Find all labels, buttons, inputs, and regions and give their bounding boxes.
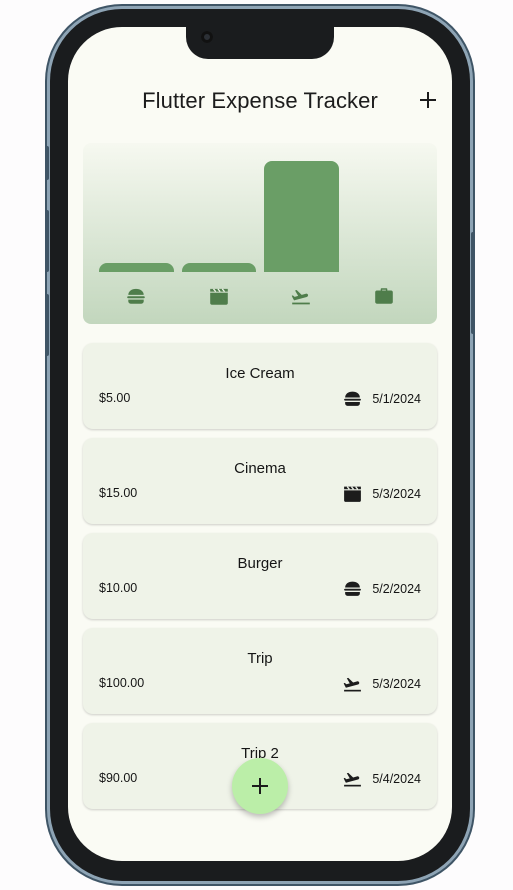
burger-icon [127,288,146,304]
chart-bar-column-leisure [181,161,256,272]
power-button [471,232,475,334]
burger-icon [344,391,362,406]
chart-category-icons [83,283,437,309]
burger-icon [344,581,362,596]
chart-icon-slot-travel [260,283,343,309]
flight-takeoff-icon [344,772,362,787]
chart-bars [83,161,437,272]
expense-meta: 5/4/2024 [342,768,421,789]
chart-icon-slot-food [95,283,178,309]
expense-date: 5/3/2024 [372,676,421,691]
expense-amount: $100.00 [99,676,145,690]
expense-date: 5/2/2024 [372,581,421,596]
flight-takeoff-icon [344,677,362,692]
expense-date: 5/4/2024 [372,771,421,786]
add-fab-button[interactable] [232,758,288,814]
clapperboard-icon [344,486,362,502]
app-screen: Flutter Expense Tracker Ice Cream $5.00 5/… [68,27,452,861]
expense-title: Cinema [234,460,286,477]
expense-meta: 5/2/2024 [342,578,421,599]
expense-card[interactable]: Ice Cream $5.00 5/1/2024 [83,343,437,429]
expense-amount: $10.00 [99,581,138,595]
expense-title: Ice Cream [225,365,295,382]
chart-bar-leisure [181,263,256,272]
chart-bar-food [99,263,174,272]
flight-takeoff-icon [292,290,311,305]
expense-card[interactable]: Trip $100.00 5/3/2024 [83,628,437,714]
expense-title: Burger [237,555,283,572]
expense-meta: 5/3/2024 [342,673,421,694]
expense-card[interactable]: Cinema $15.00 5/3/2024 [83,438,437,524]
camera-icon [201,31,213,43]
volume-up-button [45,210,49,272]
expense-date: 5/1/2024 [372,391,421,406]
expense-amount: $15.00 [99,486,138,500]
expense-meta: 5/3/2024 [342,483,421,504]
silent-switch [45,146,49,180]
notch [186,27,334,59]
expense-title: Trip [247,650,273,667]
chart-bar-column-work [347,161,422,272]
clapperboard-icon [209,288,228,305]
volume-down-button [45,294,49,356]
add-expense-button[interactable] [412,84,444,116]
plus-icon [420,92,436,108]
chart-icon-slot-leisure [178,283,261,309]
briefcase-icon [374,288,393,304]
expense-list: Ice Cream $5.00 5/1/2024 Cinema $15.00 5/3/20… [83,343,437,818]
expense-date: 5/3/2024 [372,486,421,501]
plus-icon [252,778,268,794]
app-title: Flutter Expense Tracker [142,88,378,113]
app-bar: Flutter Expense Tracker [68,82,452,122]
chart-bar-travel [264,161,339,272]
expense-chart [83,143,437,324]
chart-icon-slot-work [343,283,426,309]
expense-amount: $90.00 [99,771,138,785]
expense-amount: $5.00 [99,391,131,405]
chart-bar-column-travel [264,161,339,272]
chart-bar-column-food [99,161,174,272]
expense-meta: 5/1/2024 [342,388,421,409]
expense-card[interactable]: Burger $10.00 5/2/2024 [83,533,437,619]
